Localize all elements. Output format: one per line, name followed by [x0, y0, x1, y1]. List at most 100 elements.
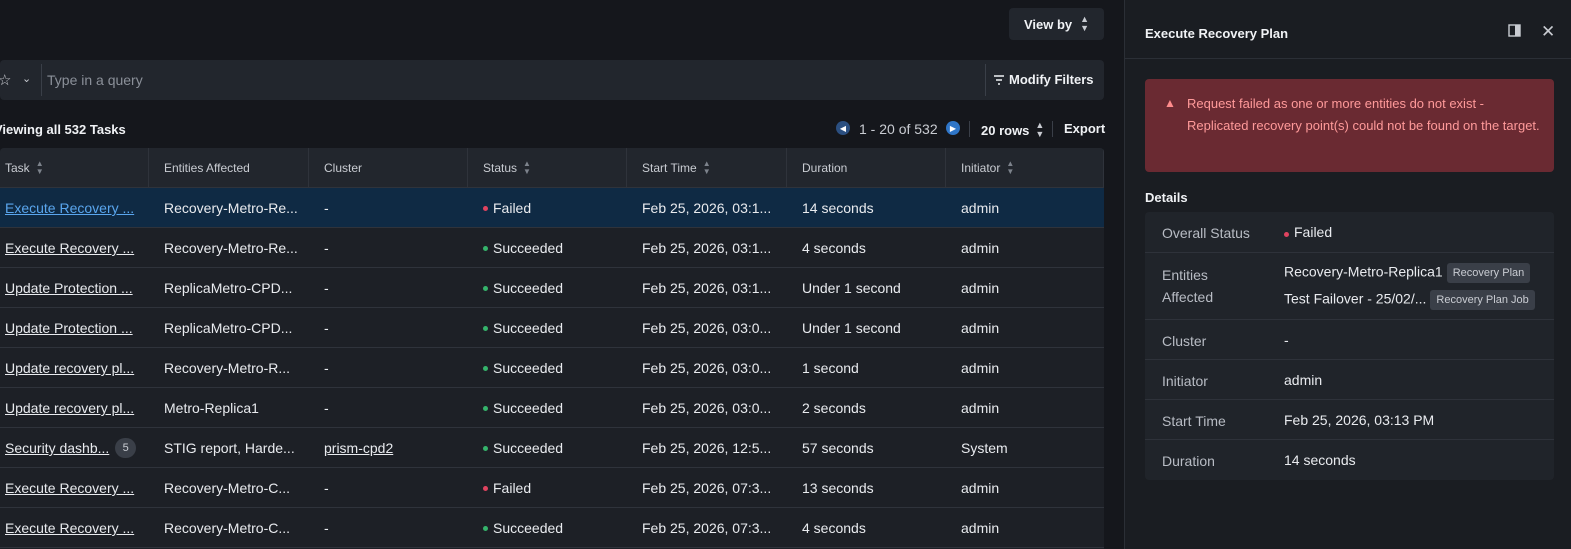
cell-duration: Under 1 second	[802, 308, 943, 348]
table-row[interactable]: Update recovery pl... Metro-Replica1 - Succ…	[0, 388, 1104, 428]
table-row[interactable]: Execute Recovery ... Recovery-Metro-C... -…	[0, 468, 1104, 508]
table-row[interactable]: Execute Recovery ... Recovery-Metro-C... -…	[0, 508, 1104, 548]
detail-row-duration: Duration 14 seconds	[1145, 440, 1554, 480]
status-dot	[1284, 232, 1289, 237]
divider	[1125, 58, 1571, 59]
detail-label: Entities Affected	[1162, 267, 1214, 305]
export-button[interactable]: Export	[1064, 121, 1105, 136]
cell-text: STIG report, Harde...	[164, 440, 295, 456]
cell-task[interactable]: Update Protection ...	[5, 268, 136, 308]
cell-task[interactable]: Execute Recovery ...	[5, 508, 136, 548]
sort-icon[interactable]: ▲ ▼	[36, 160, 44, 176]
cell-text: ReplicaMetro-CPD...	[164, 280, 293, 296]
column-header[interactable]: Entities Affected	[149, 148, 309, 188]
warning-icon: ▲	[1164, 96, 1176, 110]
status-dot	[483, 485, 488, 491]
column-header[interactable]: Status ▲ ▼	[468, 148, 627, 188]
detail-value: Failed	[1284, 224, 1332, 240]
cell-text: Succeeded	[493, 280, 564, 296]
cell-entities: Metro-Replica1	[164, 388, 306, 428]
cell-task[interactable]: Update recovery pl...	[5, 348, 136, 388]
column-header[interactable]: Start Time ▲ ▼	[627, 148, 787, 188]
table-row[interactable]: Update recovery pl... Recovery-Metro-R...…	[0, 348, 1104, 388]
cell-duration: 4 seconds	[802, 228, 943, 268]
cell-text: Succeeded	[493, 240, 564, 256]
sort-icon: ▲ ▼	[1080, 14, 1090, 33]
cell-task[interactable]: Execute Recovery ...	[5, 188, 136, 228]
rows-per-page-select[interactable]: 20 rows ▲ ▼	[981, 121, 1044, 139]
cell-text: Succeeded	[493, 320, 564, 336]
cell-text: Succeeded	[493, 520, 564, 536]
error-alert: ▲ Request failed as one or more entities…	[1145, 79, 1554, 172]
detail-row-entities: Entities Affected Recovery-Metro-Replica…	[1145, 253, 1554, 320]
sort-icon[interactable]: ▲ ▼	[1006, 160, 1014, 176]
tasks-table: Task ▲ ▼ Entities Affected Cluster Status ▲ ▼ St…	[0, 148, 1104, 549]
detail-label: Cluster	[1162, 333, 1207, 349]
expand-icon[interactable]	[1508, 24, 1521, 41]
column-header[interactable]: Duration	[787, 148, 946, 188]
cell-text: Recovery-Metro-Re...	[164, 200, 298, 216]
rows-per-page-label: 20 rows	[981, 122, 1030, 138]
cell-status: Succeeded	[483, 348, 624, 388]
entity-value: Recovery-Metro-Replica1	[1284, 263, 1443, 280]
cell-task[interactable]: Update recovery pl...	[5, 388, 136, 428]
status-dot	[483, 245, 488, 251]
sort-icon[interactable]: ▲ ▼	[703, 160, 711, 176]
status-dot	[483, 405, 488, 411]
star-icon[interactable]: ☆	[0, 71, 11, 89]
cell-initiator: admin	[961, 228, 1101, 268]
cell-cluster: -	[324, 468, 465, 508]
cell-text: Update Protection ...	[5, 280, 133, 296]
cell-cluster: -	[324, 268, 465, 308]
column-header[interactable]: Initiator ▲ ▼	[946, 148, 1104, 188]
cell-text: ReplicaMetro-CPD...	[164, 320, 293, 336]
cell-text: 13 seconds	[802, 480, 874, 496]
view-by-button[interactable]: View by ▲ ▼	[1009, 8, 1104, 40]
cell-text: -	[324, 360, 329, 376]
modify-filters-button[interactable]: Modify Filters	[994, 72, 1094, 87]
cell-start: Feb 25, 2026, 03:1...	[642, 188, 784, 228]
cell-text: Feb 25, 2026, 03:0...	[642, 360, 772, 376]
cell-text: 2 seconds	[802, 400, 866, 416]
cell-text: 1 second	[802, 360, 859, 376]
status-dot	[483, 445, 488, 451]
detail-label: Start Time	[1162, 413, 1226, 429]
table-row[interactable]: Execute Recovery ... Recovery-Metro-Re...…	[0, 188, 1104, 228]
cell-task[interactable]: Update Protection ...	[5, 308, 136, 348]
chevron-down-icon[interactable]: ⌄	[22, 72, 31, 85]
sort-icon[interactable]: ▲ ▼	[523, 160, 531, 176]
cell-text: Execute Recovery ...	[5, 520, 135, 536]
viewing-summary: Viewing all 532 Tasks	[0, 122, 300, 138]
cell-initiator: admin	[961, 508, 1101, 548]
column-header[interactable]: Task ▲ ▼	[0, 148, 149, 188]
cell-status: Succeeded	[483, 428, 624, 468]
cell-text: -	[324, 280, 329, 296]
divider	[969, 121, 970, 137]
cell-initiator: admin	[961, 348, 1101, 388]
cell-text: Feb 25, 2026, 07:3...	[642, 480, 772, 496]
cell-task[interactable]: Execute Recovery ...	[5, 468, 136, 508]
cell-task[interactable]: Security dashb... 5	[5, 428, 136, 468]
chevron-left-icon[interactable]: ◀	[836, 121, 850, 135]
cell-cluster[interactable]: prism-cpd2	[324, 428, 465, 468]
cell-initiator: admin	[961, 188, 1101, 228]
table-row[interactable]: Security dashb... 5 STIG report, Harde... p…	[0, 428, 1104, 468]
column-header-label: Cluster	[324, 161, 363, 175]
table-row[interactable]: Update Protection ... ReplicaMetro-CPD...…	[0, 268, 1104, 308]
search-input[interactable]	[47, 70, 947, 90]
tasks-area: View by ▲▼ ☆ ⌄ Modify Filters Viewing al…	[0, 0, 1124, 549]
cell-text: Execute Recovery ...	[5, 200, 135, 216]
close-icon[interactable]: ✕	[1541, 22, 1555, 42]
cell-task[interactable]: Execute Recovery ...	[5, 228, 136, 268]
cell-text: Feb 25, 2026, 03:1...	[642, 280, 772, 296]
viewing-text: Viewing all 532 Tasks	[0, 122, 126, 137]
chevron-right-icon[interactable]: ▶	[946, 121, 960, 135]
column-header[interactable]: Cluster	[309, 148, 468, 188]
cell-status: Failed	[483, 188, 624, 228]
modify-filters-label: Modify Filters	[1009, 72, 1094, 87]
detail-row-initiator: Initiator admin	[1145, 360, 1554, 400]
entity-type-tag: Recovery Plan	[1446, 263, 1531, 283]
table-row[interactable]: Update Protection ... ReplicaMetro-CPD...…	[0, 308, 1104, 348]
status-dot	[483, 285, 488, 291]
table-row[interactable]: Execute Recovery ... Recovery-Metro-Re...…	[0, 228, 1104, 268]
